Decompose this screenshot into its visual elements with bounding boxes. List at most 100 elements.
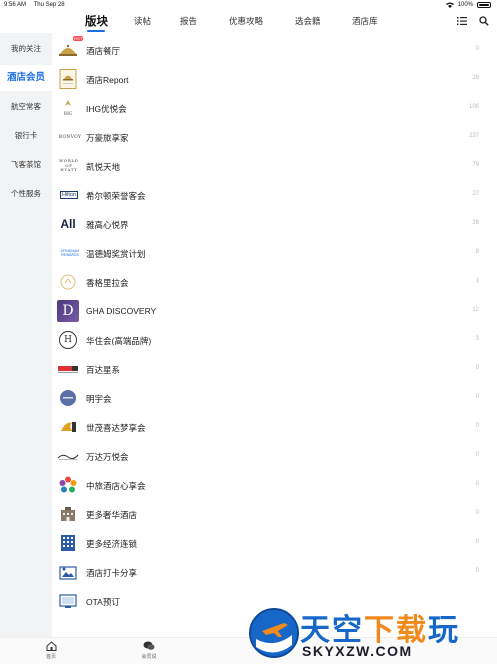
forum-name: 雅高心悦界 [86, 220, 129, 230]
luxury-hotel-icon [57, 503, 79, 525]
tab-home[interactable]: 首页 [36, 641, 66, 660]
top-nav: 版块 读帖 报告 优惠攻略 选会籍 酒店库 [0, 11, 497, 33]
list-item[interactable]: 香格里拉会 1 [52, 268, 489, 297]
battery-icon [477, 2, 491, 8]
ihg-logo: IHG [57, 97, 79, 119]
list-item[interactable]: IHG IHG优悦会 106 [52, 94, 489, 123]
tab-memberships[interactable]: 选会籍 [295, 15, 321, 27]
forum-count: 0 [475, 46, 479, 52]
chat-bubbles-icon [143, 641, 155, 650]
tab-hotel-library[interactable]: 酒店库 [352, 15, 378, 27]
watermark-url: SKYXZW.COM [302, 643, 413, 659]
checkin-share-icon [57, 561, 79, 583]
list-item[interactable]: BONVOY 万豪旅享家 237 [52, 123, 489, 152]
battery-percent: 100% [457, 2, 473, 8]
huazhu-logo: H [57, 329, 79, 351]
svg-text:IHG: IHG [64, 112, 73, 117]
forum-list: HOT 酒店餐厅 0 酒店Report 29 IHG IHG优悦会 106 BO… [52, 33, 497, 637]
marriott-bonvoy-logo: BONVOY [58, 134, 82, 140]
forum-name: 酒店Report [86, 75, 129, 85]
list-item[interactable]: 百达星系 0 [52, 355, 489, 384]
forum-name: 明宇会 [86, 394, 112, 404]
list-item[interactable]: 酒店Report 29 [52, 65, 489, 94]
sidebar-item-hotel-members[interactable]: 酒店会员 [0, 65, 52, 91]
accor-all-logo: All [60, 217, 76, 231]
forum-name: 酒店打卡分享 [86, 568, 138, 578]
tab-member-talk[interactable]: 会员说 [134, 641, 164, 660]
tab-forums[interactable]: 版块 [85, 13, 108, 29]
list-item[interactable]: D GHA DISCOVERY 12 [52, 297, 489, 326]
forum-count: 106 [468, 104, 479, 110]
list-item[interactable]: HOT 酒店餐厅 0 [52, 36, 489, 65]
forum-name: 酒店餐厅 [86, 46, 121, 56]
budget-hotel-icon [57, 532, 79, 554]
forum-name: 凯悦天地 [86, 162, 121, 172]
list-item[interactable]: Hilton 希尔顿荣誉客会 27 [52, 181, 489, 210]
report-icon [57, 68, 79, 90]
list-item[interactable]: 更多奢华酒店 0 [52, 500, 489, 529]
tab-read-posts[interactable]: 读帖 [134, 15, 151, 27]
bestay-logo [57, 358, 79, 380]
list-item[interactable]: 明宇会 0 [52, 384, 489, 413]
sidebar-item-airline-frequent-flyer[interactable]: 航空常客 [0, 101, 52, 112]
ota-booking-icon [57, 590, 79, 612]
list-item[interactable]: 酒店打卡分享 0 [52, 558, 489, 587]
sidebar-item-bank-cards[interactable]: 银行卡 [0, 130, 52, 141]
home-icon [46, 641, 56, 651]
list-menu-icon[interactable] [457, 16, 467, 26]
search-icon[interactable] [479, 16, 489, 26]
forum-count: 79 [472, 162, 479, 168]
forum-count: 1 [475, 278, 479, 284]
list-item[interactable]: 中旅酒店心享会 0 [52, 471, 489, 500]
hilton-logo: Hilton [59, 191, 79, 199]
forum-name: 百达星系 [86, 365, 121, 375]
forum-count: 0 [475, 365, 479, 371]
ctg-flower-logo [57, 474, 79, 496]
forum-name: IHG优悦会 [86, 104, 127, 114]
forum-name: 希尔顿荣誉客会 [86, 191, 146, 201]
tab-deals[interactable]: 优惠攻略 [229, 15, 263, 27]
forum-count: 12 [472, 307, 479, 313]
forum-count: 3 [475, 336, 479, 342]
forum-count: 0 [475, 394, 479, 400]
forum-name: 更多奢华酒店 [86, 510, 138, 520]
forum-name: 更多经济连锁 [86, 539, 138, 549]
forum-name: 万豪旅享家 [86, 133, 129, 143]
tab-home-label: 首页 [45, 654, 56, 660]
sidebar-item-flyer-teahouse[interactable]: 飞客茶馆 [0, 159, 52, 170]
forum-count: 27 [472, 191, 479, 197]
forum-name: 华住会(高端品牌) [86, 336, 152, 346]
list-item[interactable]: 世茂喜达梦享会 0 [52, 413, 489, 442]
sidebar-item-personal-services[interactable]: 个性服务 [0, 188, 52, 199]
wifi-icon [445, 2, 454, 8]
list-item[interactable]: All 雅高心悦界 26 [52, 210, 489, 239]
world-of-hyatt-logo: WORLD OF HYATT [59, 158, 79, 173]
category-sidebar: 我的关注 酒店会员 航空常客 银行卡 飞客茶馆 个性服务 [0, 33, 52, 637]
forum-count: 0 [475, 452, 479, 458]
forum-name: 万达万悦会 [86, 452, 129, 462]
forum-name: OTA预订 [86, 597, 120, 607]
tab-reports[interactable]: 报告 [180, 15, 197, 27]
forum-count: 26 [472, 220, 479, 226]
list-item[interactable]: WORLD OF HYATT 凯悦天地 79 [52, 152, 489, 181]
list-item[interactable]: WYNDHAM REWARDS 温德姆奖赏计划 8 [52, 239, 489, 268]
list-item[interactable]: H 华住会(高端品牌) 3 [52, 326, 489, 355]
tab-member-talk-label: 会员说 [141, 654, 157, 660]
forum-name: GHA DISCOVERY [86, 306, 157, 316]
dining-cloche-icon [57, 39, 79, 61]
forum-name: 香格里拉会 [86, 278, 129, 288]
shimao-logo [57, 416, 79, 438]
forum-name: 温德姆奖赏计划 [86, 249, 146, 259]
sidebar-item-my-follows[interactable]: 我的关注 [0, 43, 52, 54]
list-item[interactable]: 万达万悦会 0 [52, 442, 489, 471]
wanda-logo [57, 445, 79, 467]
forum-count: 0 [475, 510, 479, 516]
forum-name: 中旅酒店心享会 [86, 481, 146, 491]
list-item[interactable]: 更多经济连锁 0 [52, 529, 489, 558]
forum-count: 0 [475, 568, 479, 574]
status-bar: 9:56 AM Thu Sep 28 100% [0, 0, 497, 11]
wyndham-rewards-logo: WYNDHAM REWARDS [60, 249, 80, 257]
forum-count: 237 [468, 133, 479, 139]
active-tab-indicator [87, 30, 105, 32]
forum-count: 0 [475, 539, 479, 545]
